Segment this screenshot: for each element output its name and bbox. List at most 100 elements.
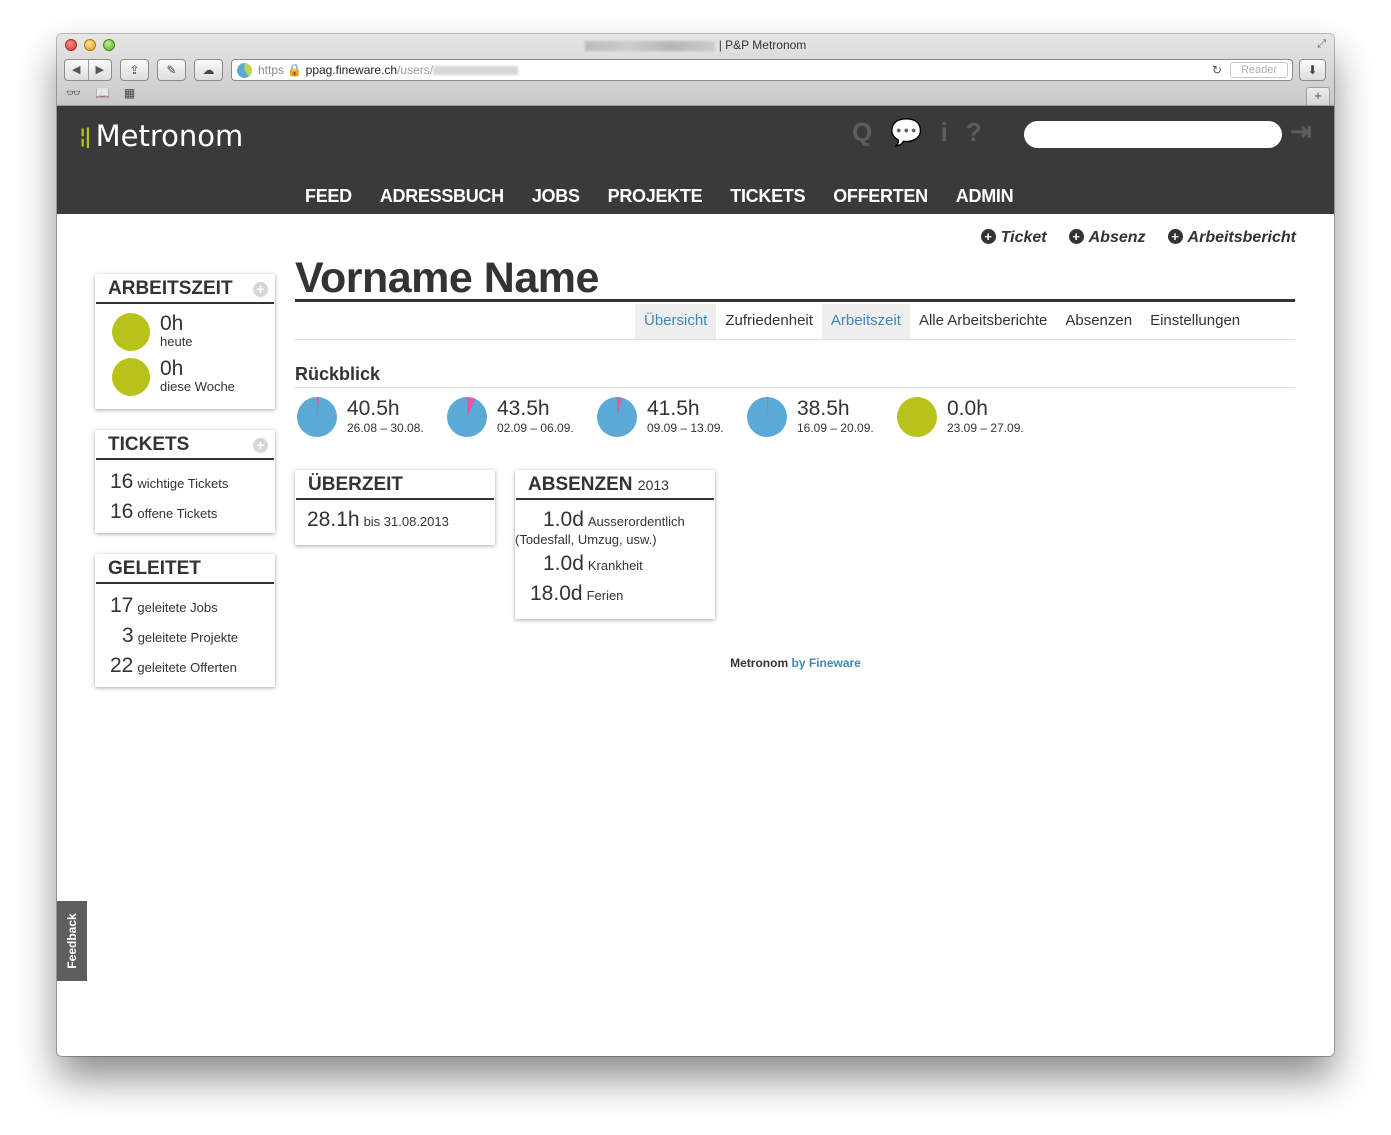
header-icons: Q 💬 i ? xyxy=(852,116,982,148)
downloads-button[interactable]: ⬇ xyxy=(1299,59,1326,81)
info-icon[interactable]: i xyxy=(941,116,948,148)
app-logo[interactable]: ¦| Metronom xyxy=(79,119,243,153)
fullscreen-icon[interactable]: ⤢ xyxy=(1317,38,1326,51)
plus-icon: + xyxy=(980,229,996,244)
bookmarks-icon[interactable]: 📖 xyxy=(95,86,110,100)
top-sites-icon[interactable]: ▦ xyxy=(124,86,135,100)
nav-feed[interactable]: FEED xyxy=(305,186,352,207)
tabs-divider xyxy=(295,339,1295,340)
plus-icon: + xyxy=(1167,229,1183,244)
geleitete-projekte-link[interactable]: 3 geleitete Projekte xyxy=(122,624,238,648)
url-path: /users/ xyxy=(397,63,434,77)
forward-button[interactable]: ▶ xyxy=(89,60,112,80)
title-divider xyxy=(295,299,1295,302)
week-range: 23.09 – 27.09. xyxy=(947,421,1024,435)
absenz-ausserordentlich: 1.0d Ausserordentlich xyxy=(543,508,685,531)
rueckblick-divider xyxy=(295,387,1295,388)
cloud-button[interactable]: ☁ xyxy=(194,59,223,81)
tab-arbeitszeit[interactable]: Arbeitszeit xyxy=(821,304,910,340)
absenzen-widget: ABSENZEN 2013 1.0d Ausserordentlich (Tode… xyxy=(515,470,715,619)
week-pie-chart xyxy=(597,397,637,437)
tickets-widget: TICKETS + 16 wichtige Tickets 16 offene Tic… xyxy=(95,430,275,533)
week-summary[interactable]: 38.5h 16.09 – 20.09. xyxy=(747,397,897,437)
site-favicon-icon xyxy=(237,63,252,78)
add-icon[interactable]: + xyxy=(253,282,268,297)
wichtige-tickets-link[interactable]: 16 wichtige Tickets xyxy=(110,470,228,494)
arbeitszeit-today: 0h heute xyxy=(112,313,193,351)
add-ticket-button[interactable]: + Ticket xyxy=(980,229,1047,247)
footer-brand: Metronom xyxy=(730,656,789,670)
widget-title: ABSENZEN 2013 xyxy=(516,470,714,500)
hours-value: 0h xyxy=(160,312,184,335)
hours-value: 0h xyxy=(160,357,184,380)
nav-tickets[interactable]: TICKETS xyxy=(730,186,805,207)
new-tab-button[interactable]: + xyxy=(1306,87,1330,105)
add-absenz-button[interactable]: + Absenz xyxy=(1068,229,1146,247)
geleitete-jobs-link[interactable]: 17 geleitete Jobs xyxy=(110,594,218,618)
arbeitszeit-widget: ARBEITSZEIT + 0h heute 0h diese Woche xyxy=(95,274,275,409)
browser-toolbar: | P&P Metronom ⤢ ◀ ▶ ⇪ ✎ ☁ https 🔒 ppag.… xyxy=(57,34,1334,106)
ueberzeit-value: 28.1h bis 31.08.2013 xyxy=(307,508,449,531)
lock-icon: 🔒 xyxy=(287,63,303,77)
week-hours: 0.0h xyxy=(947,397,988,420)
widget-title: GELEITET xyxy=(96,554,274,584)
week-summary[interactable]: 40.5h 26.08 – 30.08. xyxy=(297,397,447,437)
reader-button[interactable]: Reader xyxy=(1230,62,1288,78)
absenz-ferien: 18.0d Ferien xyxy=(530,582,624,605)
reading-list-icon[interactable]: 👓 xyxy=(66,86,81,100)
week-pie-chart xyxy=(447,397,487,437)
history-nav: ◀ ▶ xyxy=(64,59,112,81)
tools-button[interactable]: ✎ xyxy=(157,59,186,81)
address-bar[interactable]: https 🔒 ppag.fineware.ch/users/ ↻ Reader xyxy=(231,59,1293,81)
browser-window: | P&P Metronom ⤢ ◀ ▶ ⇪ ✎ ☁ https 🔒 ppag.… xyxy=(57,34,1334,1056)
profile-tabs: Übersicht Zufriedenheit Arbeitszeit Alle… xyxy=(635,304,1249,340)
feedback-tab[interactable]: Feedback xyxy=(57,901,87,981)
url-scheme: https xyxy=(258,63,285,77)
nav-offerten[interactable]: OFFERTEN xyxy=(833,186,928,207)
chat-icon[interactable]: 💬 xyxy=(890,116,922,148)
add-arbeitsbericht-button[interactable]: + Arbeitsbericht xyxy=(1167,229,1296,247)
week-pie-chart xyxy=(297,397,337,437)
week-summary[interactable]: 43.5h 02.09 – 06.09. xyxy=(447,397,597,437)
tab-einstellungen[interactable]: Einstellungen xyxy=(1141,304,1249,340)
tab-uebersicht[interactable]: Übersicht xyxy=(635,304,717,340)
help-icon[interactable]: ? xyxy=(966,116,982,148)
week-hours: 41.5h xyxy=(647,397,700,420)
arbeitszeit-week: 0h diese Woche xyxy=(112,358,235,396)
week-summary[interactable]: 41.5h 09.09 – 13.09. xyxy=(597,397,747,437)
tab-zufriedenheit[interactable]: Zufriedenheit xyxy=(716,304,822,340)
rueckblick-title: Rückblick xyxy=(295,364,381,384)
nav-jobs[interactable]: JOBS xyxy=(532,186,580,207)
hours-label: diese Woche xyxy=(160,379,235,394)
week-range: 16.09 – 20.09. xyxy=(797,421,874,435)
tab-absenzen[interactable]: Absenzen xyxy=(1056,304,1141,340)
feedback-label: Feedback xyxy=(65,913,79,969)
search-icon[interactable]: Q xyxy=(852,116,872,148)
share-button[interactable]: ⇪ xyxy=(120,59,149,81)
week-range: 02.09 – 06.09. xyxy=(497,421,574,435)
main-nav: FEED ADRESSBUCH JOBS PROJEKTE TICKETS OF… xyxy=(305,186,1014,207)
hours-label: heute xyxy=(160,334,193,349)
tab-alle-arbeitsberichte[interactable]: Alle Arbeitsberichte xyxy=(910,304,1056,340)
page-title: Vorname Name xyxy=(295,254,599,302)
metronom-logo-icon: ¦| xyxy=(79,124,92,148)
ueberzeit-widget: ÜBERZEIT 28.1h bis 31.08.2013 xyxy=(295,470,495,545)
week-summary[interactable]: 0.0h 23.09 – 27.09. xyxy=(897,397,1047,437)
offene-tickets-link[interactable]: 16 offene Tickets xyxy=(110,500,217,524)
nav-adressbuch[interactable]: ADRESSBUCH xyxy=(380,186,504,207)
nav-projekte[interactable]: PROJEKTE xyxy=(608,186,703,207)
bookmarks-bar: 👓 📖 ▦ xyxy=(66,86,135,100)
widget-title: ÜBERZEIT xyxy=(296,470,494,500)
back-button[interactable]: ◀ xyxy=(65,60,89,80)
week-range: 26.08 – 30.08. xyxy=(347,421,424,435)
footer-fineware-link[interactable]: by Fineware xyxy=(791,656,860,670)
logout-icon[interactable]: ⇥ xyxy=(1290,116,1312,147)
add-icon[interactable]: + xyxy=(253,438,268,453)
week-range: 09.09 – 13.09. xyxy=(647,421,724,435)
header-search-input[interactable] xyxy=(1024,121,1282,148)
logo-text: Metronom xyxy=(95,119,244,153)
nav-admin[interactable]: ADMIN xyxy=(956,186,1014,207)
absenz-note: (Todesfall, Umzug, usw.) xyxy=(515,532,657,547)
absenz-krankheit: 1.0d Krankheit xyxy=(543,552,643,575)
reload-icon[interactable]: ↻ xyxy=(1212,60,1222,80)
